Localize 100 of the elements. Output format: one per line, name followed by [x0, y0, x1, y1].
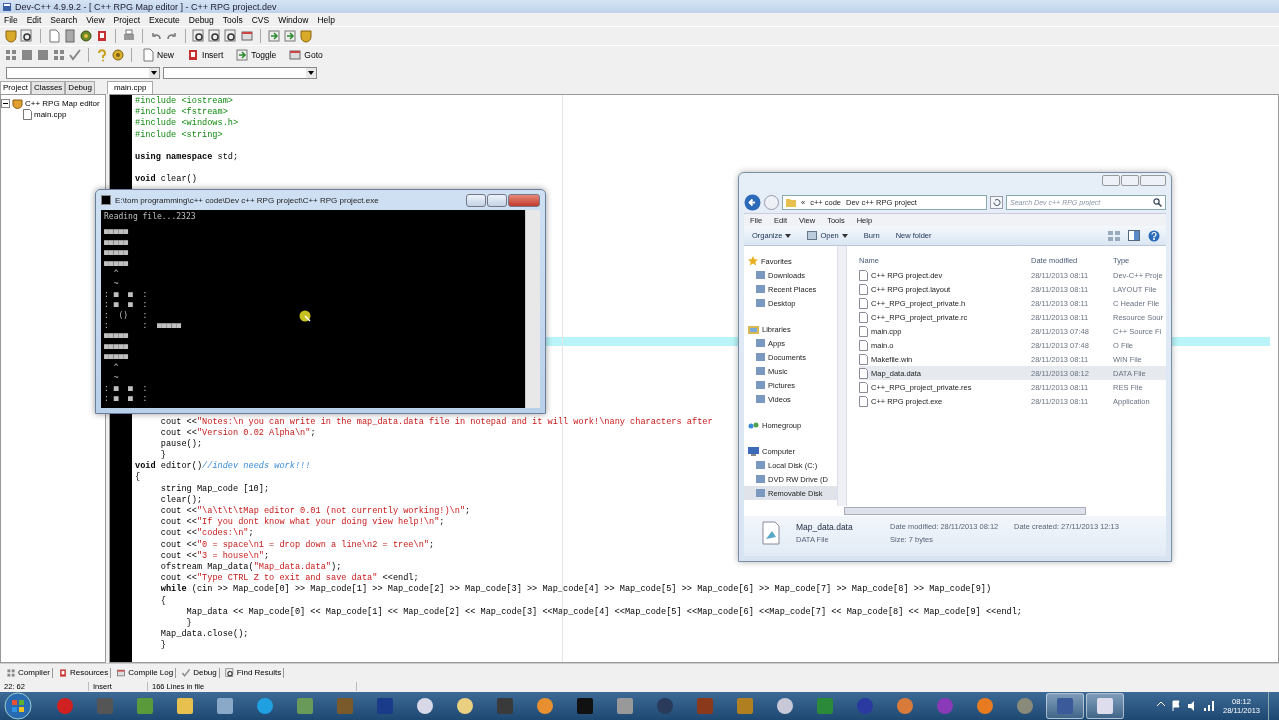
flag-icon[interactable] — [1171, 700, 1183, 712]
code-line: #include <string> — [135, 129, 223, 141]
code-line: pause(); — [159, 438, 203, 450]
start-button[interactable] — [4, 692, 32, 720]
maximize-button[interactable] — [487, 193, 507, 207]
caret-icon — [306, 67, 316, 78]
menu-item[interactable]: Tools — [222, 14, 243, 25]
toolbar-button[interactable]: Insert — [183, 47, 227, 63]
menu-item[interactable]: Help — [317, 14, 335, 25]
document-icon — [186, 48, 200, 62]
tree-item[interactable]: main.cpp — [34, 110, 67, 119]
tab[interactable]: Classes — [30, 81, 66, 94]
file-icon — [859, 283, 868, 295]
tile-icon — [696, 697, 714, 715]
document-icon[interactable] — [47, 29, 61, 43]
tile-icon — [1096, 697, 1114, 715]
menu-item[interactable]: CVS — [251, 14, 270, 25]
file-icon — [859, 325, 868, 337]
menu-item[interactable]: Edit — [26, 14, 42, 25]
menu-item[interactable]: Window — [278, 14, 309, 25]
menu-item[interactable]: Execute — [149, 14, 180, 25]
panel-tab[interactable]: Find Results — [222, 667, 285, 678]
code-line: cout <<"Type CTRL Z to exit and save data" <<endl; — [159, 573, 419, 584]
tile-icon — [336, 697, 354, 715]
taskbar-button[interactable] — [1046, 693, 1084, 719]
arrow-icon[interactable] — [267, 29, 281, 43]
menu-item[interactable]: Debug — [188, 14, 214, 25]
code-line: #include <windows.h> — [135, 118, 239, 130]
close-button[interactable] — [508, 193, 540, 207]
toolbar-button[interactable]: Goto — [285, 47, 326, 63]
console-line: ~ — [112, 373, 119, 384]
maximize-button[interactable] — [1121, 175, 1139, 186]
arrow-icon[interactable] — [283, 29, 297, 43]
printer-icon[interactable] — [122, 29, 136, 43]
square-icon[interactable] — [20, 48, 34, 62]
console-line: ~ — [112, 279, 119, 290]
panel-tab[interactable]: Compile Log — [114, 667, 177, 678]
document-icon[interactable] — [63, 29, 77, 43]
circle-icon — [976, 697, 994, 715]
question-icon[interactable] — [95, 48, 109, 62]
taskbar-button[interactable] — [1086, 693, 1124, 719]
window-icon[interactable] — [240, 29, 254, 43]
code-line: cout <<"Version 0.02 Alpha\n"; — [159, 427, 316, 439]
panel-tab[interactable]: Debug — [179, 667, 220, 678]
tile-icon — [496, 697, 514, 715]
code-line: ofstream Map_data("Map_data.data"); — [159, 561, 342, 573]
tile-icon — [296, 697, 314, 715]
cursor-highlight-icon — [299, 310, 313, 324]
grid-icon[interactable] — [52, 48, 66, 62]
file-icon — [859, 395, 868, 407]
app-icon — [2, 1, 12, 12]
circle-icon — [856, 697, 874, 715]
code-line: cout <<"3 = house\n"; — [159, 550, 270, 562]
console-line: ^ — [112, 362, 119, 374]
console-line: : ■ ■ : — [104, 393, 148, 405]
code-line: { — [159, 595, 166, 607]
help-icon[interactable] — [1148, 229, 1160, 242]
code-line: Map_data << Map_code[0] << Map_code[1] << Map_code[2] << Map_code[3] <<Map_code[4] <<Map_code[5] <<Map_code[6] <<Map_code[7] << Map_code[8] << Map_code[9] <<endl; — [185, 606, 1023, 618]
minimize-button[interactable] — [466, 193, 486, 207]
menu-item[interactable]: Project — [113, 14, 141, 25]
close-button[interactable] — [1140, 175, 1166, 186]
view-icon[interactable] — [1108, 230, 1120, 241]
toolbar-button[interactable]: New — [138, 47, 177, 63]
tab[interactable]: Project — [0, 81, 31, 94]
circle-icon — [56, 697, 74, 715]
console-line: ■■■■■ — [104, 352, 129, 363]
panel-tab[interactable]: Compiler — [4, 667, 53, 678]
file-icon — [23, 109, 32, 120]
combo-box[interactable] — [6, 66, 160, 79]
code-line: cout <<"codes:\n"; — [159, 528, 254, 540]
caret-icon — [785, 233, 792, 238]
tile-icon — [376, 697, 394, 715]
tab[interactable]: Debug — [65, 81, 95, 94]
toolbar-button[interactable]: Toggle — [232, 47, 280, 63]
check-icon — [181, 667, 192, 678]
folder-icon — [786, 197, 796, 207]
menu-item[interactable]: View — [86, 14, 105, 25]
menu-item[interactable]: File — [4, 14, 18, 25]
caret-icon — [841, 233, 848, 238]
gear-icon[interactable] — [79, 29, 93, 43]
circle-icon — [896, 697, 914, 715]
combo-box[interactable] — [163, 66, 317, 79]
code-line: cout <<"0 = space\n1 = drop down a line\n2 = tree\n"; — [159, 539, 435, 551]
square-icon[interactable] — [36, 48, 50, 62]
check-icon[interactable] — [68, 48, 82, 62]
shield-icon[interactable] — [299, 29, 313, 43]
document-icon[interactable] — [95, 29, 109, 43]
panel-tab[interactable]: Resources — [56, 667, 112, 678]
preview-pane-icon[interactable] — [1128, 230, 1140, 241]
coin-icon[interactable] — [111, 48, 125, 62]
grid-icon[interactable] — [4, 48, 18, 62]
minimize-button[interactable] — [1102, 175, 1120, 186]
editor-tab[interactable]: main.cpp — [106, 81, 154, 94]
circle-icon — [416, 697, 434, 715]
refresh-icon[interactable] — [990, 195, 1003, 209]
menu-item[interactable]: Search — [50, 14, 78, 25]
signal-icon[interactable] — [1203, 700, 1215, 712]
back-icon[interactable] — [744, 193, 761, 211]
collapse-icon[interactable] — [1, 99, 10, 108]
tree-item[interactable]: C++ RPG Map editor — [25, 99, 100, 108]
